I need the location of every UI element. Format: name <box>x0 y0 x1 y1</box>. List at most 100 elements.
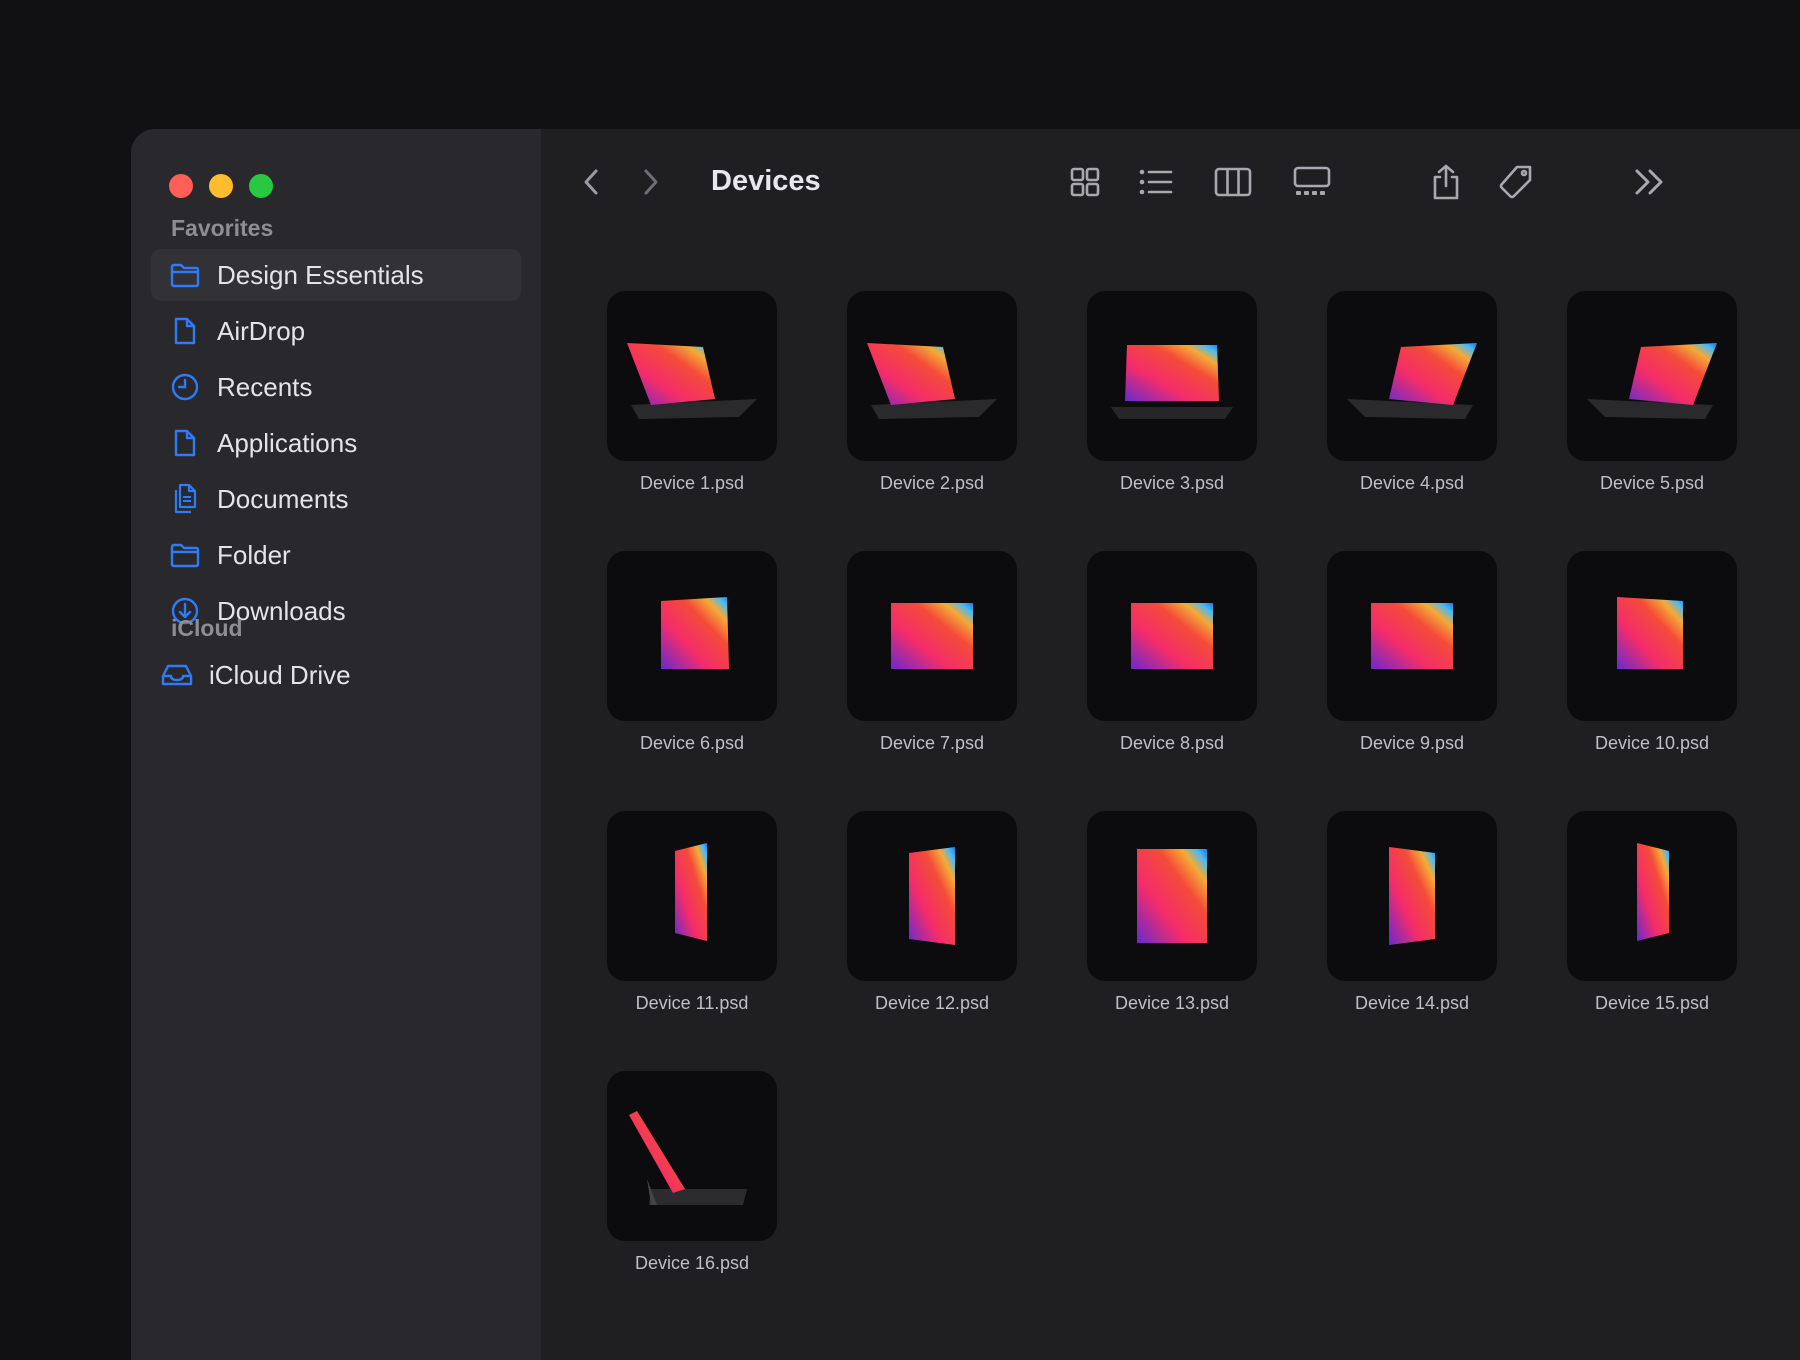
sidebar-item-recents[interactable]: Recents <box>151 361 521 413</box>
file-item[interactable]: Device 3.psd <box>1077 291 1267 511</box>
sidebar-item-airdrop[interactable]: AirDrop <box>151 305 521 357</box>
file-name: Device 15.psd <box>1594 993 1710 1013</box>
column-view-icon <box>1214 167 1252 197</box>
sidebar-item-label: iCloud Drive <box>209 659 351 690</box>
file-item[interactable]: Device 9.psd <box>1317 551 1507 771</box>
file-item[interactable]: Device 5.psd <box>1557 291 1747 511</box>
icloud-section-label: iCloud <box>171 615 243 641</box>
file-name: Device 3.psd <box>1119 473 1225 493</box>
file-name: Device 14.psd <box>1354 993 1470 1013</box>
file-name: Device 12.psd <box>874 993 990 1013</box>
column-view-button[interactable] <box>1210 159 1256 205</box>
zoom-window-button[interactable] <box>249 174 273 198</box>
minimize-window-button[interactable] <box>209 174 233 198</box>
sidebar-item-label: AirDrop <box>217 315 306 346</box>
file-item[interactable]: Device 4.psd <box>1317 291 1507 511</box>
file-thumbnail <box>1087 291 1257 461</box>
favorites-section-label: Favorites <box>171 215 274 241</box>
file-name: Device 10.psd <box>1594 733 1710 753</box>
file-name: Device 9.psd <box>1359 733 1465 753</box>
sidebar-item-design-essentials[interactable]: Design Essentials <box>151 249 521 301</box>
file-item[interactable]: Device 10.psd <box>1557 551 1747 771</box>
more-toolbar-button[interactable] <box>1627 159 1673 205</box>
gallery-view-button[interactable] <box>1289 159 1335 205</box>
file-name: Device 6.psd <box>639 733 745 753</box>
folder-icon <box>169 539 201 571</box>
sidebar-item-label: Applications <box>217 427 358 458</box>
file-name: Device 2.psd <box>879 473 985 493</box>
document-icon <box>169 315 201 347</box>
list-view-icon <box>1139 169 1173 195</box>
documents-icon <box>169 483 201 515</box>
file-item[interactable]: Device 7.psd <box>837 551 1027 771</box>
sidebar-item-folder[interactable]: Folder <box>151 529 521 581</box>
file-name: Device 16.psd <box>634 1253 750 1273</box>
file-name: Device 8.psd <box>1119 733 1225 753</box>
gallery-view-icon <box>1293 166 1331 195</box>
file-item[interactable]: Device 13.psd <box>1077 811 1267 1031</box>
file-name: Device 11.psd <box>635 993 749 1013</box>
share-button[interactable] <box>1423 159 1469 205</box>
file-item[interactable]: Device 15.psd <box>1557 811 1747 1031</box>
file-thumbnail <box>1567 551 1737 721</box>
icloud-list: iCloud Drive <box>143 649 513 705</box>
sidebar-item-label: Documents <box>217 483 349 514</box>
list-view-button[interactable] <box>1133 159 1179 205</box>
tag-button[interactable] <box>1493 159 1539 205</box>
sidebar: Favorites Design Essentials AirDrop Recent… <box>131 129 541 1360</box>
window-controls <box>169 174 273 198</box>
file-thumbnail <box>1327 551 1497 721</box>
document-icon <box>169 427 201 459</box>
file-thumbnail <box>1087 811 1257 981</box>
sidebar-item-applications[interactable]: Applications <box>151 417 521 469</box>
file-thumbnail <box>607 551 777 721</box>
folder-icon <box>169 259 201 291</box>
file-thumbnail <box>1327 811 1497 981</box>
main-content: Devices Device 1.psd Device 2.psd Device… <box>541 129 1800 1360</box>
chevron-left-icon <box>584 169 598 195</box>
tag-icon <box>1499 165 1532 199</box>
file-thumbnail <box>847 551 1017 721</box>
sidebar-item-documents[interactable]: Documents <box>151 473 521 525</box>
file-thumbnail <box>607 1071 777 1241</box>
file-thumbnail <box>1567 811 1737 981</box>
finder-window: Favorites Design Essentials AirDrop Recent… <box>131 129 1800 1360</box>
sidebar-item-label: Folder <box>217 539 291 570</box>
icon-view-button[interactable] <box>1062 159 1108 205</box>
file-item[interactable]: Device 6.psd <box>597 551 787 771</box>
file-name: Device 1.psd <box>639 473 745 493</box>
back-button[interactable] <box>569 159 615 205</box>
file-name: Device 7.psd <box>879 733 985 753</box>
chevron-right-icon <box>644 169 658 195</box>
grid-view-icon <box>1070 167 1100 197</box>
sidebar-item-label: Recents <box>217 371 313 402</box>
file-thumbnail <box>607 291 777 461</box>
toolbar: Devices <box>541 129 1800 229</box>
file-thumbnail <box>1087 551 1257 721</box>
sidebar-item-icloud-drive[interactable]: iCloud Drive <box>143 649 513 701</box>
forward-button[interactable] <box>627 159 673 205</box>
file-item[interactable]: Device 11.psd <box>597 811 787 1031</box>
sidebar-item-label: Design Essentials <box>217 259 424 290</box>
file-thumbnail <box>607 811 777 981</box>
file-item[interactable]: Device 12.psd <box>837 811 1027 1031</box>
favorites-list: Design Essentials AirDrop Recents Applicati… <box>151 249 521 641</box>
close-window-button[interactable] <box>169 174 193 198</box>
file-item[interactable]: Device 2.psd <box>837 291 1027 511</box>
file-name: Device 5.psd <box>1599 473 1705 493</box>
file-item[interactable]: Device 8.psd <box>1077 551 1267 771</box>
file-name: Device 4.psd <box>1359 473 1465 493</box>
clock-icon <box>169 371 201 403</box>
file-name: Device 13.psd <box>1114 993 1230 1013</box>
file-thumbnail <box>847 811 1017 981</box>
file-item[interactable]: Device 1.psd <box>597 291 787 511</box>
file-thumbnail <box>1567 291 1737 461</box>
drive-icon <box>161 659 193 691</box>
file-item[interactable]: Device 14.psd <box>1317 811 1507 1031</box>
file-thumbnail <box>847 291 1017 461</box>
window-title: Devices <box>711 165 821 197</box>
share-icon <box>1433 164 1459 200</box>
more-chevrons-icon <box>1635 169 1663 195</box>
file-thumbnail <box>1327 291 1497 461</box>
file-item[interactable]: Device 16.psd <box>597 1071 787 1291</box>
